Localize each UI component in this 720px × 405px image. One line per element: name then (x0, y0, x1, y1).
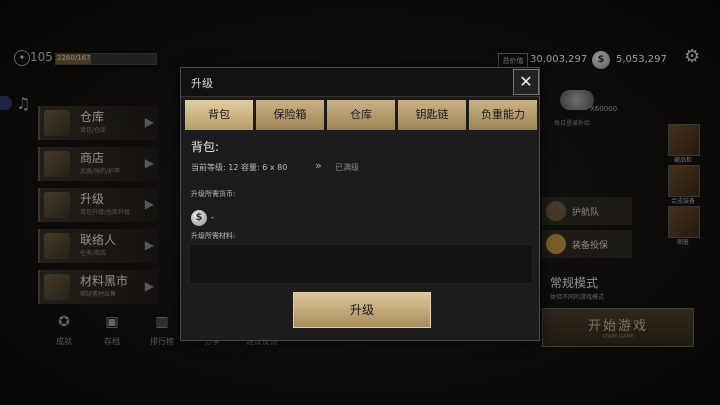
current-level: 12 (228, 163, 239, 172)
level-capacity-info: 当前等级: 12 容量: 6 x 80 (191, 162, 287, 173)
capacity-value: 6 x 80 (262, 163, 288, 172)
material-label: 升级所需材料: (191, 232, 236, 240)
upgrade-button[interactable]: 升级 (293, 292, 431, 328)
silver-coin-icon: $ (191, 210, 207, 226)
material-slot-area (189, 244, 533, 284)
tab-1[interactable]: 保险箱 (256, 100, 324, 130)
upgrade-dialog: 升级 ✕ 背包 保险箱 仓库 钥匙链 负重能力 背包: 当前等级: 12 容量: 6 x… (180, 67, 540, 341)
tab-4[interactable]: 负重能力 (469, 100, 537, 130)
cost-label: 升级所需货币: (191, 190, 236, 198)
tab-2[interactable]: 仓库 (327, 100, 395, 130)
current-level-label: 当前等级: (191, 163, 226, 172)
capacity-label: 容量: (240, 163, 260, 172)
tab-0[interactable]: 背包 (185, 100, 253, 130)
cost-value: - (211, 213, 214, 222)
close-icon[interactable]: ✕ (513, 69, 539, 95)
game-screen: ✦ 105 2260/167 ♫ 总价值 30,003,297 $ 5,053,… (0, 0, 720, 405)
section-title: 背包: (191, 140, 220, 154)
double-chevron-right-icon: » (315, 159, 322, 172)
max-level-text: 已满级 (335, 163, 359, 172)
dialog-title: 升级 (191, 77, 213, 90)
dialog-header: 升级 (181, 68, 539, 97)
tab-3[interactable]: 钥匙链 (398, 100, 466, 130)
